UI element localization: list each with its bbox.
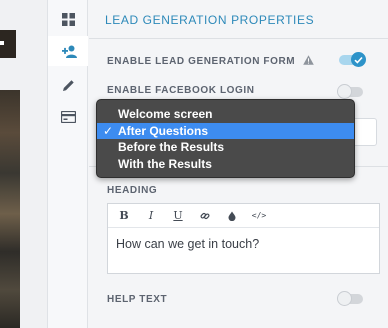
code-button[interactable]: </> <box>246 206 272 226</box>
option-label: With the Results <box>118 156 212 171</box>
link-icon <box>200 212 210 219</box>
card-icon <box>60 111 76 123</box>
payment-tool[interactable] <box>48 102 88 132</box>
menu-option-with-results[interactable]: With the Results <box>97 156 354 173</box>
underline-button[interactable]: U <box>165 206 191 226</box>
help-text-toggle[interactable] <box>337 291 363 306</box>
edit-tool[interactable] <box>48 70 88 100</box>
preview-image <box>0 90 20 328</box>
display-timing-menu: Welcome screen ✓ After Questions Before … <box>96 99 355 178</box>
layout-tool[interactable] <box>48 4 88 34</box>
text-color-button[interactable] <box>219 206 245 226</box>
enable-form-label: ENABLE LEAD GENERATION FORM <box>107 56 296 67</box>
checkmark-icon: ✓ <box>103 123 114 138</box>
heading-editor: B I U </> How can we get in touch? <box>107 203 380 274</box>
pencil-icon <box>62 79 75 92</box>
option-label: Before the Results <box>118 140 225 154</box>
menu-option-after-questions[interactable]: ✓ After Questions <box>97 122 354 139</box>
preview-thumbnail <box>0 30 16 58</box>
divider <box>89 38 388 39</box>
check-icon <box>354 56 363 64</box>
option-label: After Questions <box>118 123 209 138</box>
side-toolbar <box>48 0 88 328</box>
color-drop-icon <box>228 211 236 221</box>
link-button[interactable] <box>192 206 218 226</box>
toggle-knob <box>337 291 352 306</box>
lead-generation-tool[interactable] <box>48 36 88 66</box>
italic-button[interactable]: I <box>138 206 164 226</box>
bold-button[interactable]: B <box>111 206 137 226</box>
grid-icon <box>61 12 75 26</box>
enable-form-row: ENABLE LEAD GENERATION FORM <box>107 55 314 68</box>
help-text-label: HELP TEXT <box>107 294 168 305</box>
add-user-icon <box>61 45 78 58</box>
heading-label: HEADING <box>107 185 158 196</box>
facebook-login-label: ENABLE FACEBOOK LOGIN <box>107 85 255 96</box>
warning-icon <box>302 55 314 68</box>
toggle-knob <box>337 84 352 99</box>
panel-title: LEAD GENERATION PROPERTIES <box>105 13 315 27</box>
toggle-knob <box>351 52 366 67</box>
enable-form-toggle[interactable] <box>339 52 366 67</box>
facebook-login-toggle[interactable] <box>337 84 363 99</box>
option-label: Welcome screen <box>118 107 213 121</box>
editor-toolbar: B I U </> <box>108 204 379 228</box>
menu-option-welcome-screen[interactable]: Welcome screen <box>97 106 354 123</box>
quiz-preview <box>0 0 48 328</box>
menu-option-before-results[interactable]: Before the Results <box>97 139 354 156</box>
heading-text[interactable]: How can we get in touch? <box>108 228 379 260</box>
